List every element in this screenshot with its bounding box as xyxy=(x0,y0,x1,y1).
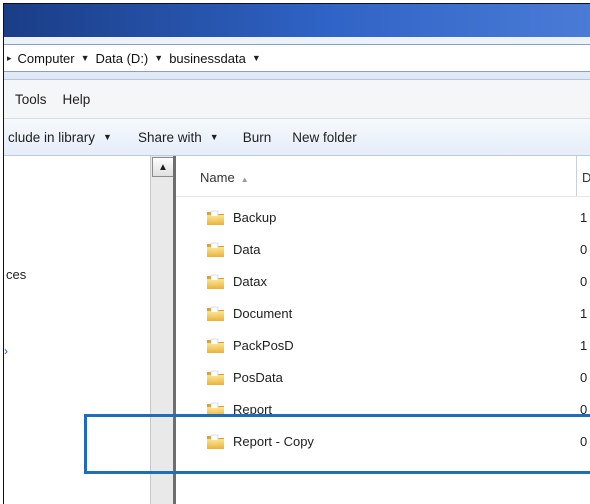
chevron-down-icon[interactable]: ▼ xyxy=(252,53,261,63)
column-separator[interactable] xyxy=(576,156,577,196)
address-bar[interactable]: ▸ Computer ▼ Data (D:) ▼ businessdata ▼ xyxy=(4,44,590,72)
list-item[interactable]: Document 1 xyxy=(176,302,590,326)
menu-tools[interactable]: Tools xyxy=(15,92,47,107)
file-date: 1 xyxy=(580,338,588,353)
list-item[interactable]: PosData 0 xyxy=(176,366,590,390)
folder-icon xyxy=(206,305,225,322)
list-item[interactable]: Backup 1 xyxy=(176,206,590,230)
folder-icon xyxy=(206,369,225,386)
chevron-down-icon: ▼ xyxy=(103,132,112,142)
breadcrumb-computer[interactable]: Computer ▼ xyxy=(18,51,96,66)
file-date: 0 xyxy=(580,370,588,385)
column-header-date[interactable]: D xyxy=(582,170,590,185)
title-bar[interactable] xyxy=(4,4,590,37)
highlight-box xyxy=(84,414,590,474)
file-date: 0 xyxy=(580,242,588,257)
column-header-name[interactable]: Name ▲ xyxy=(200,170,249,185)
address-bar-area: ▸ Computer ▼ Data (D:) ▼ businessdata ▼ xyxy=(4,37,590,80)
file-name: Backup xyxy=(233,210,277,225)
burn-button[interactable]: Burn xyxy=(243,130,272,145)
chevron-right-icon[interactable]: ▸ xyxy=(7,53,12,64)
file-name: Document xyxy=(233,306,293,321)
nav-item-partial[interactable]: ces xyxy=(6,267,26,282)
chevron-down-icon[interactable]: ▼ xyxy=(154,53,163,63)
nav-item-marker: › xyxy=(4,344,8,358)
file-name: Data xyxy=(233,242,261,257)
breadcrumb-data-drive[interactable]: Data (D:) ▼ xyxy=(96,51,170,66)
menu-help[interactable]: Help xyxy=(63,92,91,107)
file-date: 1 xyxy=(580,306,588,321)
file-date: 1 xyxy=(580,210,588,225)
folder-icon xyxy=(206,273,225,290)
sort-ascending-icon: ▲ xyxy=(240,175,249,184)
folder-icon xyxy=(206,337,225,354)
command-bar: clude in library ▼ Share with ▼ Burn New f… xyxy=(4,119,590,156)
folder-icon xyxy=(206,209,225,226)
folder-icon xyxy=(206,241,225,258)
file-date: 0 xyxy=(580,274,588,289)
chevron-down-icon[interactable]: ▼ xyxy=(81,53,90,63)
file-name: PackPosD xyxy=(233,338,294,353)
include-in-library-button[interactable]: clude in library ▼ xyxy=(8,130,112,145)
list-item[interactable]: Data 0 xyxy=(176,238,590,262)
file-name: PosData xyxy=(233,370,283,385)
breadcrumb-businessdata[interactable]: businessdata ▼ xyxy=(169,51,267,66)
menu-bar: Tools Help xyxy=(4,80,590,119)
list-item[interactable]: Datax 0 xyxy=(176,270,590,294)
file-name: Datax xyxy=(233,274,267,289)
column-header-row: Name▲ D xyxy=(176,156,590,197)
chevron-down-icon: ▼ xyxy=(209,132,219,142)
list-item[interactable]: PackPosD 1 xyxy=(176,334,590,358)
new-folder-button[interactable]: New folder xyxy=(292,130,357,145)
scroll-up-arrow-icon[interactable]: ▲ xyxy=(152,157,174,177)
share-with-button[interactable]: Share with ▼ xyxy=(138,130,219,145)
